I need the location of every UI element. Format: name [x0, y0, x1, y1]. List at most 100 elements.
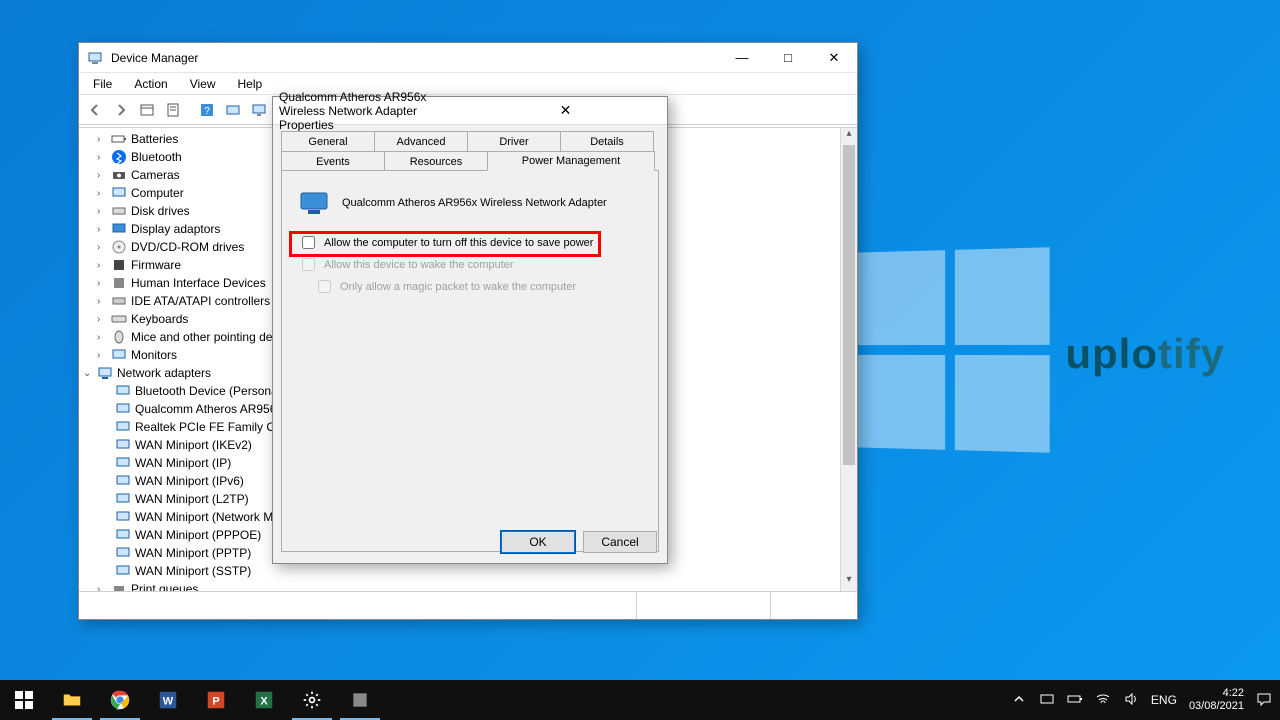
- allow-turn-off-label: Allow the computer to turn off this devi…: [324, 237, 593, 249]
- chevron-down-icon[interactable]: ⌄: [83, 368, 93, 379]
- chevron-right-icon[interactable]: ›: [97, 242, 107, 253]
- tree-item[interactable]: WAN Miniport (IKEv2): [135, 438, 252, 452]
- allow-turn-off-checkbox[interactable]: [302, 236, 315, 249]
- tree-item[interactable]: Disk drives: [131, 204, 190, 218]
- tab-power-management[interactable]: Power Management: [487, 151, 655, 171]
- svg-text:W: W: [163, 696, 174, 708]
- tree-item[interactable]: Computer: [131, 186, 184, 200]
- magic-packet-checkbox: [318, 280, 331, 293]
- tree-item[interactable]: Batteries: [131, 132, 178, 146]
- word-taskbar-icon[interactable]: W: [144, 680, 192, 720]
- chevron-right-icon[interactable]: ›: [97, 170, 107, 181]
- tree-item[interactable]: Print queues: [131, 582, 198, 591]
- tab-general[interactable]: General: [281, 131, 375, 151]
- back-button[interactable]: [83, 98, 107, 122]
- powerpoint-taskbar-icon[interactable]: P: [192, 680, 240, 720]
- chevron-right-icon[interactable]: ›: [97, 584, 107, 592]
- nic-icon: [115, 473, 131, 489]
- taskbar: W P X ENG 4:22 03/08/2021: [0, 680, 1280, 720]
- allow-turn-off-checkbox-row[interactable]: Allow the computer to turn off this devi…: [298, 233, 646, 252]
- maximize-button[interactable]: □: [765, 43, 811, 72]
- tree-item[interactable]: Monitors: [131, 348, 177, 362]
- cancel-button[interactable]: Cancel: [583, 531, 657, 553]
- display-icon: [111, 221, 127, 237]
- tab-advanced[interactable]: Advanced: [374, 131, 468, 151]
- show-hide-button[interactable]: [135, 98, 159, 122]
- ok-button[interactable]: OK: [501, 531, 575, 553]
- chrome-taskbar-icon[interactable]: [96, 680, 144, 720]
- chevron-right-icon[interactable]: ›: [97, 260, 107, 271]
- tray-overflow-icon[interactable]: [1011, 691, 1027, 710]
- wifi-tray-icon[interactable]: [1095, 691, 1111, 710]
- clock[interactable]: 4:22 03/08/2021: [1189, 687, 1244, 713]
- excel-taskbar-icon[interactable]: X: [240, 680, 288, 720]
- tree-item[interactable]: WAN Miniport (SSTP): [135, 564, 251, 578]
- settings-taskbar-icon[interactable]: [288, 680, 336, 720]
- battery-tray-icon[interactable]: [1067, 691, 1083, 710]
- help-button[interactable]: ?: [195, 98, 219, 122]
- tree-item[interactable]: WAN Miniport (IP): [135, 456, 231, 470]
- tab-events[interactable]: Events: [281, 151, 385, 171]
- tab-details[interactable]: Details: [560, 131, 654, 151]
- tab-resources[interactable]: Resources: [384, 151, 488, 171]
- tree-item[interactable]: Firmware: [131, 258, 181, 272]
- nic-icon: [115, 545, 131, 561]
- chevron-right-icon[interactable]: ›: [97, 350, 107, 361]
- svg-text:P: P: [212, 696, 219, 708]
- volume-tray-icon[interactable]: [1123, 691, 1139, 710]
- chevron-right-icon[interactable]: ›: [97, 314, 107, 325]
- scroll-up-icon[interactable]: ▴: [841, 128, 857, 145]
- tree-item[interactable]: Display adaptors: [131, 222, 220, 236]
- nic-icon: [115, 509, 131, 525]
- language-indicator[interactable]: ENG: [1151, 693, 1177, 707]
- tree-item[interactable]: Human Interface Devices: [131, 276, 266, 290]
- tree-item[interactable]: WAN Miniport (PPPOE): [135, 528, 261, 542]
- menu-action[interactable]: Action: [124, 75, 177, 93]
- scroll-down-icon[interactable]: ▾: [841, 574, 857, 591]
- magic-packet-label: Only allow a magic packet to wake the co…: [340, 281, 576, 293]
- minimize-button[interactable]: ―: [719, 43, 765, 72]
- tree-item[interactable]: Cameras: [131, 168, 180, 182]
- chevron-right-icon[interactable]: ›: [97, 188, 107, 199]
- tree-item[interactable]: WAN Miniport (IPv6): [135, 474, 244, 488]
- chevron-right-icon[interactable]: ›: [97, 332, 107, 343]
- chevron-right-icon[interactable]: ›: [97, 134, 107, 145]
- scan-button[interactable]: [221, 98, 245, 122]
- close-button[interactable]: ✕: [811, 43, 857, 72]
- menu-view[interactable]: View: [180, 75, 226, 93]
- menu-help[interactable]: Help: [228, 75, 273, 93]
- tree-item[interactable]: Bluetooth: [131, 150, 182, 164]
- window-title: Device Manager: [111, 51, 719, 65]
- close-button[interactable]: ✕: [470, 102, 661, 119]
- camera-icon: [111, 167, 127, 183]
- chevron-right-icon[interactable]: ›: [97, 224, 107, 235]
- menu-file[interactable]: File: [83, 75, 122, 93]
- chevron-right-icon[interactable]: ›: [97, 278, 107, 289]
- device-name-label: Qualcomm Atheros AR956x Wireless Network…: [342, 197, 607, 209]
- tab-driver[interactable]: Driver: [467, 131, 561, 151]
- mouse-icon: [111, 329, 127, 345]
- chevron-right-icon[interactable]: ›: [97, 206, 107, 217]
- properties-button[interactable]: [161, 98, 185, 122]
- start-button[interactable]: [0, 680, 48, 720]
- forward-button[interactable]: [109, 98, 133, 122]
- chevron-right-icon[interactable]: ›: [97, 152, 107, 163]
- vertical-scrollbar[interactable]: ▴ ▾: [840, 128, 857, 591]
- action-center-icon[interactable]: [1256, 691, 1272, 710]
- computer-icon: [111, 185, 127, 201]
- scroll-thumb[interactable]: [843, 145, 855, 465]
- monitor-icon: [111, 347, 127, 363]
- tree-item[interactable]: WAN Miniport (L2TP): [135, 492, 249, 506]
- chevron-right-icon[interactable]: ›: [97, 296, 107, 307]
- tree-item-network-adapters[interactable]: Network adapters: [117, 366, 211, 380]
- tray-icon[interactable]: [1039, 691, 1055, 710]
- tree-item[interactable]: IDE ATA/ATAPI controllers: [131, 294, 270, 308]
- tree-item[interactable]: WAN Miniport (PPTP): [135, 546, 251, 560]
- app-taskbar-icon[interactable]: [336, 680, 384, 720]
- svg-text:X: X: [260, 696, 268, 708]
- file-explorer-taskbar-icon[interactable]: [48, 680, 96, 720]
- tree-item[interactable]: DVD/CD-ROM drives: [131, 240, 244, 254]
- network-icon: [97, 365, 113, 381]
- computer-button[interactable]: [247, 98, 271, 122]
- tree-item[interactable]: Keyboards: [131, 312, 188, 326]
